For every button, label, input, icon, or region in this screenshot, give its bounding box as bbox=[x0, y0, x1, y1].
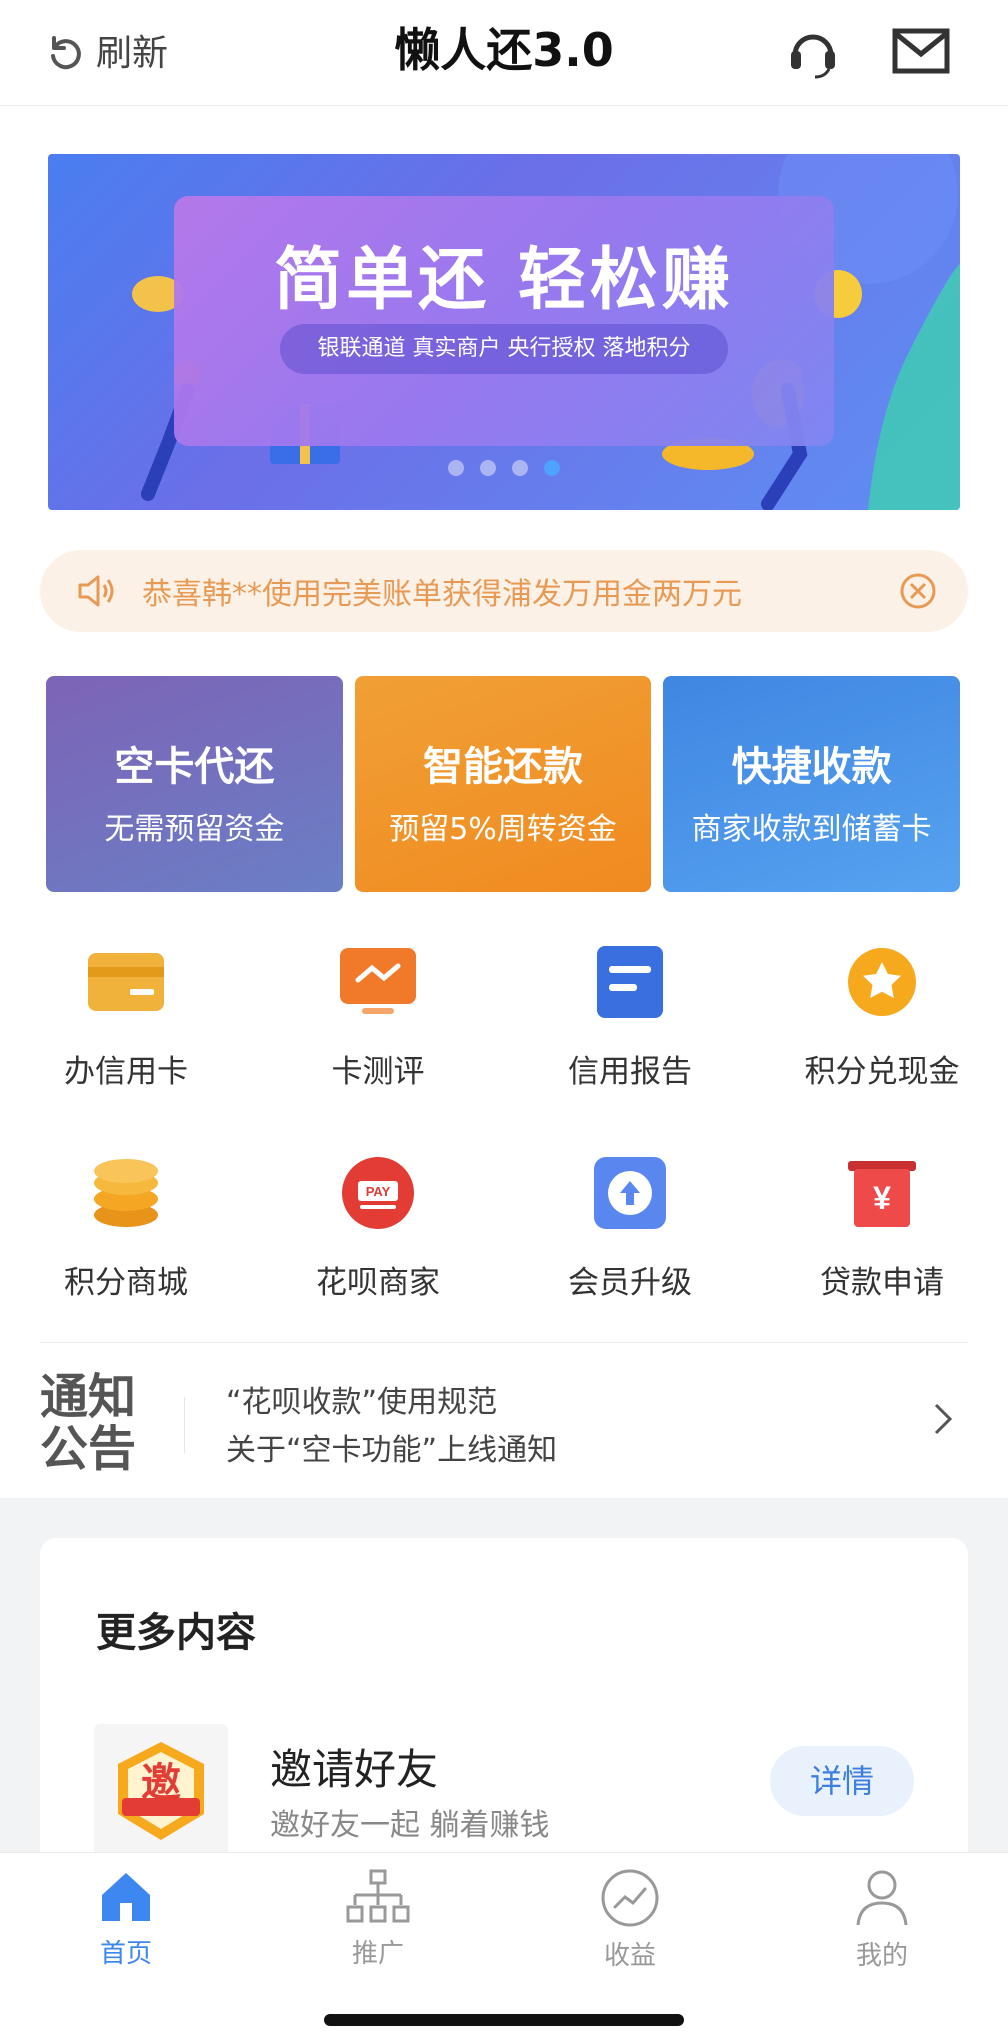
tab-label: 首页 bbox=[99, 1939, 152, 1969]
home-indicator bbox=[324, 2014, 684, 2026]
grid-item-apply-card[interactable]: 办信用卡 bbox=[0, 932, 252, 1091]
feature-card-quick-collect[interactable]: 快捷收款 商家收款到储蓄卡 bbox=[663, 676, 961, 892]
grid-item-member-upgrade[interactable]: 会员升级 bbox=[504, 1143, 756, 1302]
svg-text:¥: ¥ bbox=[873, 1180, 891, 1216]
grid-item-loan-apply[interactable]: ¥ 贷款申请 bbox=[756, 1143, 1008, 1302]
tab-earnings[interactable]: 收益 bbox=[504, 1853, 756, 1983]
announcement-logo: 通知 公告 bbox=[40, 1371, 150, 1475]
tab-label: 推广 bbox=[351, 1939, 404, 1969]
announcement-item[interactable]: “花呗收款”使用规范 bbox=[226, 1377, 497, 1421]
service-grid: 办信用卡 卡测评 信用报告 积分兑现金 积分商城 PAY 花呗商家 会员升级 ¥… bbox=[0, 932, 1008, 1302]
card-evaluation-icon bbox=[328, 932, 428, 1032]
credit-report-icon bbox=[580, 932, 680, 1032]
huabei-pay-icon: PAY bbox=[328, 1143, 428, 1243]
credit-card-icon bbox=[76, 932, 176, 1032]
grid-label: 信用报告 bbox=[568, 1054, 692, 1090]
grid-label: 办信用卡 bbox=[64, 1054, 188, 1090]
announcement-item[interactable]: 关于“空卡功能”上线通知 bbox=[226, 1425, 557, 1469]
announcement-bar[interactable]: 通知 公告 “花呗收款”使用规范 关于“空卡功能”上线通知 bbox=[40, 1342, 968, 1498]
card-subtitle: 商家收款到储蓄卡 bbox=[691, 812, 932, 847]
points-cash-icon bbox=[832, 932, 932, 1032]
announcement-logo-line2: 公告 bbox=[40, 1421, 137, 1477]
user-icon bbox=[856, 1870, 908, 1926]
card-title: 智能还款 bbox=[423, 744, 583, 790]
svg-text:PAY: PAY bbox=[366, 1184, 391, 1199]
trend-icon bbox=[601, 1869, 659, 1927]
card-subtitle: 预留5%周转资金 bbox=[389, 812, 617, 847]
tab-home[interactable]: 首页 bbox=[0, 1853, 252, 1983]
app-header: 刷新 懒人还3.0 bbox=[0, 0, 1008, 106]
tab-label: 我的 bbox=[855, 1941, 908, 1971]
announcement-logo-line1: 通知 bbox=[40, 1369, 137, 1425]
close-icon[interactable] bbox=[898, 571, 938, 611]
card-title: 快捷收款 bbox=[731, 744, 892, 790]
invite-icon-text: 邀 bbox=[141, 1760, 181, 1806]
home-icon bbox=[102, 1873, 150, 1921]
carousel-dot[interactable] bbox=[448, 460, 464, 476]
feature-card-empty-card-repay[interactable]: 空卡代还 无需预留资金 bbox=[46, 676, 343, 892]
grid-item-card-evaluation[interactable]: 卡测评 bbox=[252, 932, 504, 1091]
grid-label: 贷款申请 bbox=[820, 1265, 944, 1301]
divider bbox=[184, 1397, 185, 1453]
grid-item-points-cash[interactable]: 积分兑现金 bbox=[756, 932, 1008, 1091]
banner-subline: 银联通道 真实商户 央行授权 落地积分 bbox=[280, 324, 728, 374]
feature-cards: 空卡代还 无需预留资金 智能还款 预留5%周转资金 快捷收款 商家收款到储蓄卡 bbox=[46, 676, 961, 892]
carousel-dot[interactable] bbox=[480, 460, 496, 476]
loan-icon: ¥ bbox=[832, 1143, 932, 1243]
org-chart-icon bbox=[346, 1869, 410, 1923]
grid-item-huabei-merchant[interactable]: PAY 花呗商家 bbox=[252, 1143, 504, 1302]
invite-title: 邀请好友 bbox=[270, 1745, 439, 1794]
grid-label: 花呗商家 bbox=[316, 1265, 440, 1301]
points-mall-icon bbox=[76, 1143, 176, 1243]
banner-headline: 简单还 轻松赚 bbox=[274, 241, 734, 320]
grid-item-credit-report[interactable]: 信用报告 bbox=[504, 932, 756, 1091]
feature-card-smart-repay[interactable]: 智能还款 预留5%周转资金 bbox=[354, 676, 652, 892]
tab-label: 收益 bbox=[603, 1941, 656, 1971]
card-subtitle: 无需预留资金 bbox=[104, 812, 285, 847]
mail-icon[interactable] bbox=[888, 18, 954, 84]
chevron-right-icon[interactable] bbox=[922, 1399, 962, 1439]
invite-subtitle: 邀好友一起 躺着赚钱 bbox=[270, 1808, 550, 1843]
carousel-dot-active[interactable] bbox=[544, 460, 560, 476]
speaker-icon bbox=[78, 575, 114, 607]
grid-label: 会员升级 bbox=[568, 1265, 692, 1301]
details-button[interactable]: 详情 bbox=[770, 1746, 914, 1816]
marquee-text: 恭喜韩**使用完美账单获得浦发万用金两万元 bbox=[142, 577, 742, 612]
page-title: 懒人还3.0 bbox=[394, 23, 614, 77]
invite-badge-icon: 邀 bbox=[94, 1724, 228, 1858]
promo-banner[interactable]: 简单还 轻松赚 银联通道 真实商户 央行授权 落地积分 bbox=[48, 154, 960, 510]
headset-icon[interactable] bbox=[780, 18, 846, 84]
tab-promote[interactable]: 推广 bbox=[252, 1853, 504, 1983]
upgrade-icon bbox=[580, 1143, 680, 1243]
carousel-dots bbox=[448, 460, 560, 476]
card-title: 空卡代还 bbox=[114, 744, 275, 790]
notice-marquee[interactable]: 恭喜韩**使用完美账单获得浦发万用金两万元 bbox=[40, 550, 968, 632]
grid-label: 积分商城 bbox=[64, 1265, 188, 1301]
grid-label: 卡测评 bbox=[331, 1054, 425, 1090]
section-title: 更多内容 bbox=[96, 1610, 256, 1656]
grid-item-points-mall[interactable]: 积分商城 bbox=[0, 1143, 252, 1302]
tab-mine[interactable]: 我的 bbox=[756, 1853, 1008, 1983]
carousel-dot[interactable] bbox=[512, 460, 528, 476]
grid-label: 积分兑现金 bbox=[804, 1054, 960, 1090]
